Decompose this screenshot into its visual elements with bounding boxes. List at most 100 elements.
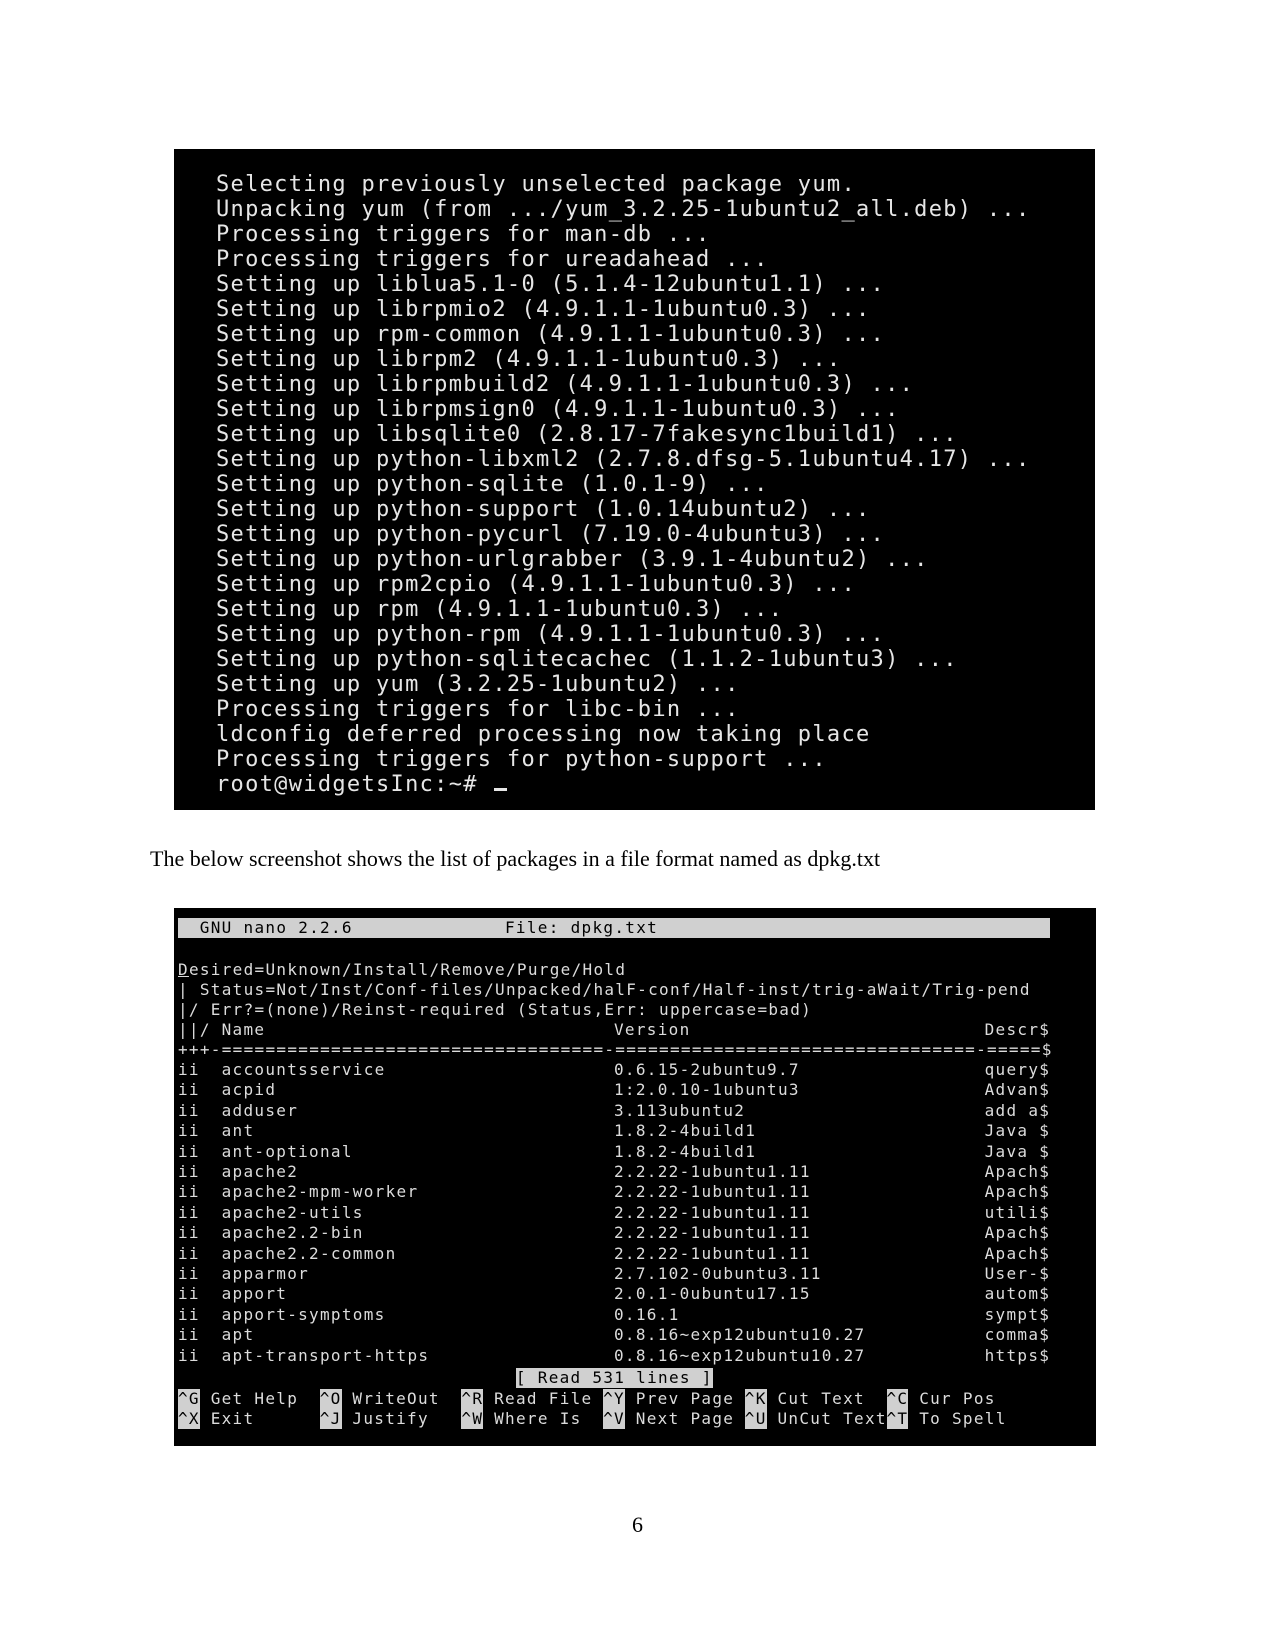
shortcut-label: Justify xyxy=(352,1409,429,1428)
package-version: 0.6.15-2ubuntu9.7 xyxy=(614,1060,800,1079)
package-version: 1.8.2-4build1 xyxy=(614,1141,757,1161)
col-version: Version xyxy=(614,1020,691,1039)
package-status: ii xyxy=(178,1141,200,1161)
terminal-line: Processing triggers for man-db ... xyxy=(216,222,711,247)
package-status: ii xyxy=(178,1264,200,1283)
terminal-line: Setting up librpm2 (4.9.1.1-1ubuntu0.3) … xyxy=(216,347,842,372)
shortcut-key[interactable]: ^W xyxy=(461,1409,484,1429)
package-status: ii xyxy=(178,1162,200,1181)
terminal-line: Processing triggers for libc-bin ... xyxy=(216,697,740,722)
package-descr: Apach$ xyxy=(984,1182,1051,1202)
shortcut-label: Read File xyxy=(494,1389,593,1408)
package-row: ii apache2.2-bin 2.2.22-1ubuntu1.11 Apach$ xyxy=(178,1223,1058,1243)
shortcut-label: Where Is xyxy=(494,1409,582,1428)
shortcut-label: Get Help xyxy=(210,1389,299,1408)
shortcut-label: WriteOut xyxy=(352,1389,440,1408)
shortcut-key[interactable]: ^G xyxy=(178,1389,200,1409)
header-status: | Status=Not/Inst/Conf-files/Unpacked/ha… xyxy=(178,980,1058,1000)
package-name: acpid xyxy=(221,1080,277,1100)
package-status: ii xyxy=(178,1121,200,1141)
package-version: 0.8.16~exp12ubuntu10.27 xyxy=(614,1345,866,1365)
shortcut-key[interactable]: ^T xyxy=(886,1409,909,1429)
package-descr: Apach$ xyxy=(984,1162,1051,1181)
header-err: |/ Err?=(none)/Reinst-required (Status,E… xyxy=(178,1000,1058,1020)
package-name: apport xyxy=(221,1284,288,1304)
terminal-line: Setting up rpm (4.9.1.1-1ubuntu0.3) ... xyxy=(216,597,784,622)
terminal-line: Setting up python-libxml2 (2.7.8.dfsg-5.… xyxy=(216,447,1031,472)
package-name: apache2 xyxy=(221,1162,299,1181)
terminal-line: Setting up rpm2cpio (4.9.1.1-1ubuntu0.3)… xyxy=(216,572,856,597)
terminal-prompt: root@widgetsInc:~# xyxy=(216,772,508,797)
terminal-screenshot-install: Selecting previously unselected package … xyxy=(174,149,1095,810)
shortcut-label: To Spell xyxy=(919,1409,1007,1428)
header-desired: Desired=Unknown/Install/Remove/Purge/Hol… xyxy=(178,960,1058,980)
text-cursor: D xyxy=(178,960,189,979)
package-row: ii apt-transport-https 0.8.16~exp12ubuntu1… xyxy=(178,1346,1058,1366)
page-number: 6 xyxy=(632,1512,643,1537)
package-version: 2.0.1-0ubuntu17.15 xyxy=(614,1284,811,1304)
terminal-line: Setting up python-support (1.0.14ubuntu2… xyxy=(216,497,871,522)
package-status: ii xyxy=(178,1223,200,1243)
package-status: ii xyxy=(178,1100,200,1120)
package-descr: comma$ xyxy=(984,1325,1051,1345)
terminal-line: Selecting previously unselected package … xyxy=(216,172,856,197)
terminal-line: Setting up librpmbuild2 (4.9.1.1-1ubuntu… xyxy=(216,372,915,397)
package-status: ii xyxy=(178,1325,200,1345)
terminal-line: Setting up liblua5.1-0 (5.1.4-12ubuntu1.… xyxy=(216,272,886,297)
nano-version: GNU nano 2.2.6 xyxy=(199,918,353,937)
package-descr: Advan$ xyxy=(984,1080,1051,1100)
package-row: ii apache2 2.2.22-1ubuntu1.11 Apach$ xyxy=(178,1162,1058,1182)
shortcut-key[interactable]: ^X xyxy=(178,1409,200,1429)
status-message: [ Read 531 lines ] xyxy=(515,1368,713,1388)
package-status: ii xyxy=(178,1080,200,1100)
package-version: 2.2.22-1ubuntu1.11 xyxy=(614,1162,811,1181)
terminal-line: Setting up python-pycurl (7.19.0-4ubuntu… xyxy=(216,522,886,547)
package-status: ii xyxy=(178,1202,200,1222)
package-status: ii xyxy=(178,1060,200,1079)
package-version: 3.113ubuntu2 xyxy=(614,1100,746,1120)
package-descr: query$ xyxy=(984,1060,1051,1079)
terminal-line: Setting up python-sqlite (1.0.1-9) ... xyxy=(216,472,769,497)
shortcut-key[interactable]: ^U xyxy=(744,1409,767,1429)
shortcut-key[interactable]: ^Y xyxy=(603,1389,625,1409)
package-name: ant-optional xyxy=(221,1141,353,1161)
shortcut-key[interactable]: ^O xyxy=(319,1389,342,1409)
shortcut-key[interactable]: ^C xyxy=(886,1389,909,1409)
prompt-text: root@widgetsInc:~# xyxy=(216,772,493,797)
shortcut-label: Cur Pos xyxy=(919,1389,996,1408)
package-row: ii accountsservice 0.6.15-2ubuntu9.7 query$ xyxy=(178,1060,1058,1080)
package-name: apache2.2-bin xyxy=(221,1223,364,1243)
shortcut-key[interactable]: ^J xyxy=(319,1409,342,1429)
package-name: apache2.2-common xyxy=(221,1243,397,1263)
nano-title-bar: GNU nano 2.2.6 File: dpkg.txt xyxy=(178,918,1050,938)
package-version: 1.8.2-4build1 xyxy=(614,1121,757,1141)
package-descr: https$ xyxy=(984,1345,1051,1365)
package-version: 0.16.1 xyxy=(614,1304,680,1324)
header-desired-text: esired=Unknown/Install/Remove/Purge/Hold xyxy=(188,960,627,979)
separator-row: +++-===================================-… xyxy=(178,1040,1058,1060)
package-row: ii apache2-utils 2.2.22-1ubuntu1.11 utili$ xyxy=(178,1203,1058,1223)
terminal-line: Setting up librpmio2 (4.9.1.1-1ubuntu0.3… xyxy=(216,297,871,322)
shortcut-key[interactable]: ^R xyxy=(461,1389,484,1409)
shortcut-key[interactable]: ^V xyxy=(603,1409,625,1429)
package-version: 2.2.22-1ubuntu1.11 xyxy=(614,1182,811,1202)
shortcut-label: UnCut Text xyxy=(777,1409,887,1428)
shortcut-row: ^X Exit ^J Justify ^W Where Is ^V Next Page ^U Un… xyxy=(178,1409,1058,1429)
terminal-line: Setting up librpmsign0 (4.9.1.1-1ubuntu0… xyxy=(216,397,900,422)
col-prefix: ||/ xyxy=(178,1020,211,1039)
package-descr: utili$ xyxy=(984,1202,1051,1222)
cursor-icon xyxy=(494,788,508,791)
package-version: 0.8.16~exp12ubuntu10.27 xyxy=(614,1325,866,1345)
shortcut-key[interactable]: ^K xyxy=(744,1389,767,1409)
package-descr: add a$ xyxy=(984,1100,1051,1120)
package-status: ii xyxy=(178,1243,200,1263)
package-status: ii xyxy=(178,1304,200,1324)
package-version: 1:2.0.10-1ubuntu3 xyxy=(614,1080,800,1100)
terminal-line: Setting up python-urlgrabber (3.9.1-4ubu… xyxy=(216,547,929,572)
package-version: 2.2.22-1ubuntu1.11 xyxy=(614,1223,811,1243)
shortcut-label: Exit xyxy=(210,1409,255,1428)
col-name: Name xyxy=(221,1020,266,1039)
package-name: accountsservice xyxy=(221,1060,386,1079)
terminal-line: Unpacking yum (from .../yum_3.2.25-1ubun… xyxy=(216,197,1031,222)
package-status: ii xyxy=(178,1182,200,1202)
